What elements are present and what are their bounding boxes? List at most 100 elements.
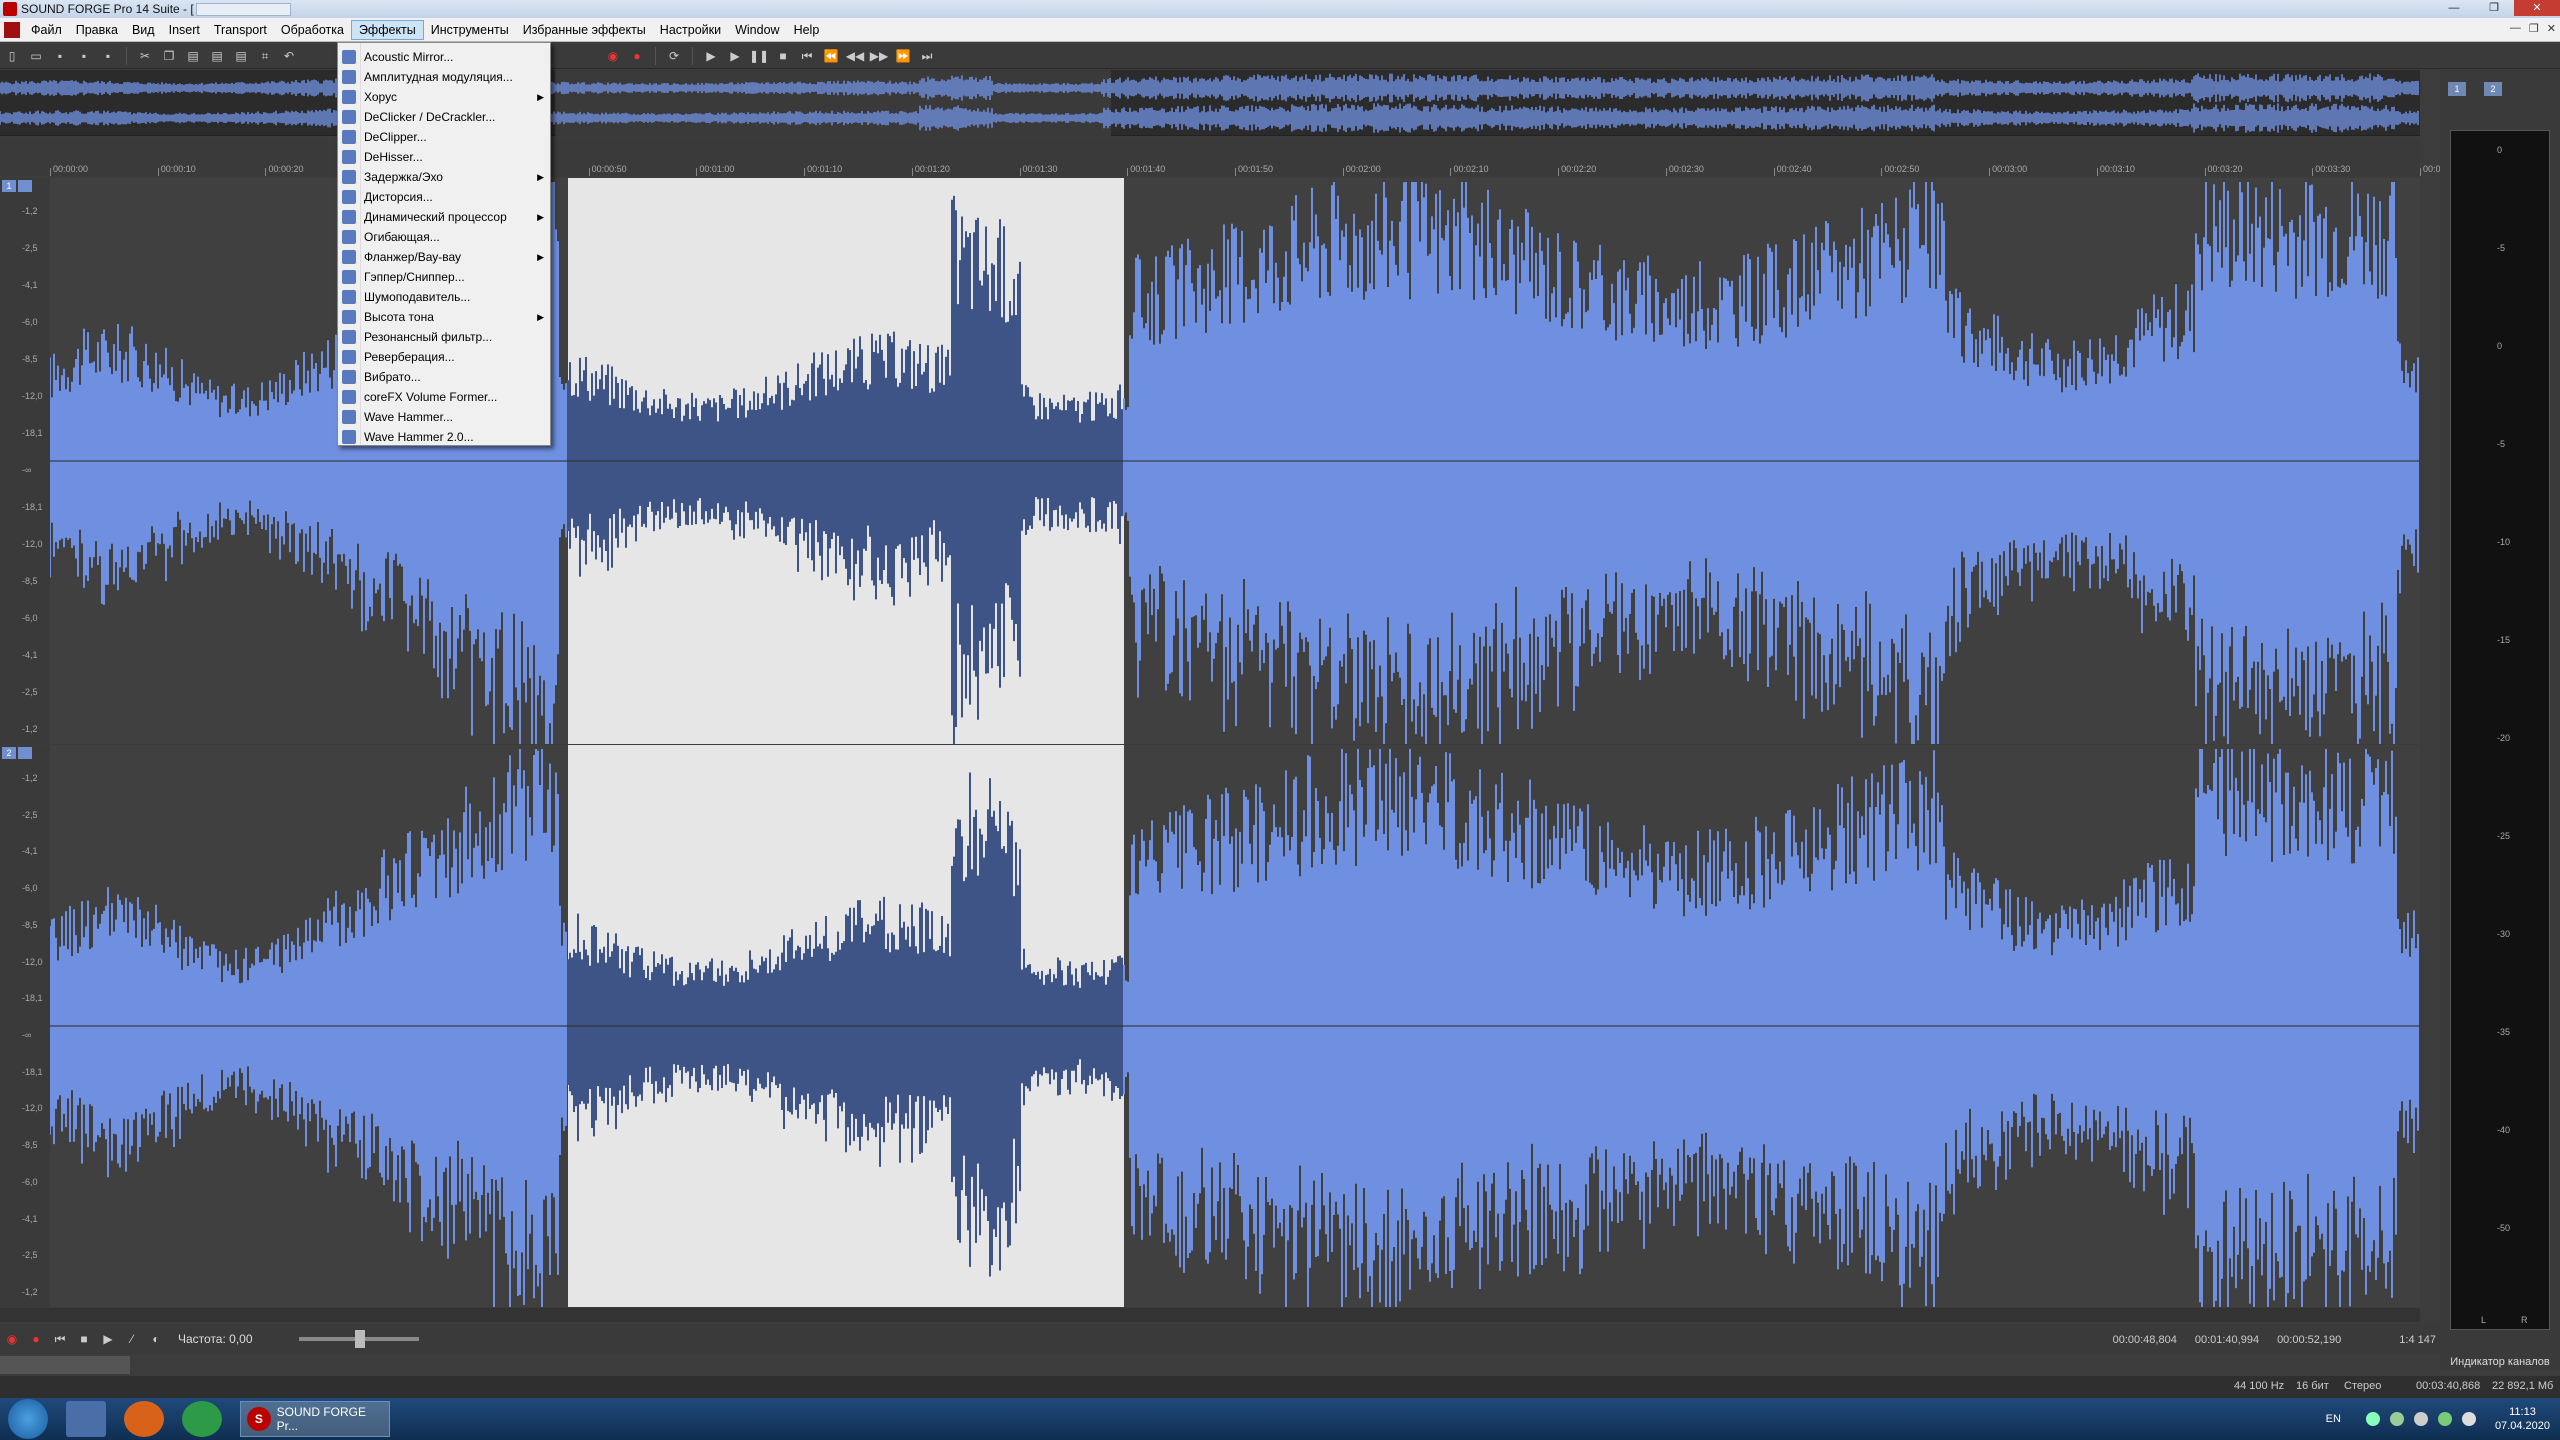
- rate-slider[interactable]: [298, 1330, 419, 1348]
- effects-menu-item[interactable]: Динамический процессор ▶: [338, 207, 550, 227]
- menu-options[interactable]: Настройки: [653, 20, 728, 40]
- menu-edit[interactable]: Правка: [69, 20, 125, 40]
- zoom-ratio[interactable]: 1:4 147: [2395, 1334, 2440, 1346]
- maximize-button[interactable]: ❐: [2474, 0, 2514, 16]
- save-all-icon[interactable]: ▪: [98, 46, 118, 66]
- cut-icon[interactable]: ✂: [135, 46, 155, 66]
- effects-menu-item[interactable]: DeClipper...: [338, 127, 550, 147]
- effects-menu-item[interactable]: Шумоподавитель...: [338, 287, 550, 307]
- effects-menu-item[interactable]: Реверберация...: [338, 347, 550, 367]
- start-button[interactable]: [8, 1399, 48, 1439]
- mix-icon[interactable]: ▤: [207, 46, 227, 66]
- db-label: -2,5: [22, 243, 38, 253]
- record-arm-icon[interactable]: ●: [627, 46, 647, 66]
- minimize-button[interactable]: —: [2434, 0, 2474, 16]
- clock[interactable]: 11:13 07.04.2020: [2495, 1405, 2550, 1433]
- taskbar-explorer-icon[interactable]: [66, 1401, 106, 1437]
- volume-icon[interactable]: [2461, 1412, 2476, 1426]
- effects-menu-item[interactable]: Wave Hammer 2.0...: [338, 427, 550, 447]
- effects-menu-item[interactable]: DeHisser...: [338, 147, 550, 167]
- transport-record-icon[interactable]: ◉: [2, 1329, 22, 1349]
- save-as-icon[interactable]: ▪: [74, 46, 94, 66]
- rewind-icon[interactable]: ◀◀: [845, 46, 865, 66]
- save-icon[interactable]: ▪: [50, 46, 70, 66]
- menu-process[interactable]: Обработка: [274, 20, 351, 40]
- transport-speaker-icon[interactable]: ◐: [146, 1329, 166, 1349]
- paste-icon[interactable]: ▤: [183, 46, 203, 66]
- stop-icon[interactable]: ■: [773, 46, 793, 66]
- transport-scrub-icon[interactable]: ⁄: [122, 1329, 142, 1349]
- network-icon[interactable]: [2437, 1412, 2452, 1426]
- go-end-icon[interactable]: ⏭: [917, 46, 937, 66]
- tray-icon-1[interactable]: [2365, 1412, 2380, 1426]
- close-button[interactable]: ✕: [2514, 0, 2560, 16]
- effects-menu-item[interactable]: Вибрато...: [338, 367, 550, 387]
- selection-start[interactable]: 00:00:48,804: [2109, 1334, 2181, 1346]
- data-window-tab[interactable]: [0, 1356, 130, 1374]
- channel-2-menu-button[interactable]: [18, 747, 32, 759]
- menu-effects[interactable]: Эффекты: [350, 19, 424, 40]
- go-start-icon[interactable]: ⏮: [797, 46, 817, 66]
- play-icon[interactable]: ▶: [725, 46, 745, 66]
- transport-play-icon[interactable]: ▶: [98, 1329, 118, 1349]
- forward-icon[interactable]: ▶▶: [869, 46, 889, 66]
- transport-stop-icon[interactable]: ■: [74, 1329, 94, 1349]
- effects-menu-item[interactable]: Дисторсия...: [338, 187, 550, 207]
- crop-icon[interactable]: ⌗: [255, 46, 275, 66]
- effects-menu-item[interactable]: Хорус ▶: [338, 87, 550, 107]
- tray-icon-2[interactable]: [2389, 1412, 2404, 1426]
- effects-menu-item[interactable]: Гэппер/Сниппер...: [338, 267, 550, 287]
- new-file-icon[interactable]: ▯: [2, 46, 22, 66]
- effects-menu-item[interactable]: Амплитудная модуляция...: [338, 67, 550, 87]
- rate-slider-thumb[interactable]: [354, 1330, 365, 1348]
- selection-end[interactable]: 00:01:40,994: [2191, 1334, 2263, 1346]
- effects-menu-item[interactable]: coreFX Volume Former...: [338, 387, 550, 407]
- effects-menu-item[interactable]: Высота тона ▶: [338, 307, 550, 327]
- menu-file[interactable]: Файл: [24, 20, 69, 40]
- menu-window[interactable]: Window: [728, 20, 786, 40]
- next-marker-icon[interactable]: ⏩: [893, 46, 913, 66]
- prev-marker-icon[interactable]: ⏪: [821, 46, 841, 66]
- effects-menu-item[interactable]: Резонансный фильтр...: [338, 327, 550, 347]
- effects-menu-item[interactable]: Wave Hammer...: [338, 407, 550, 427]
- meter-tab-1[interactable]: 1: [2448, 82, 2466, 96]
- doc-close-icon[interactable]: ✕: [2547, 22, 2556, 35]
- record-icon[interactable]: ◉: [603, 46, 623, 66]
- meter-tab-2[interactable]: 2: [2484, 82, 2502, 96]
- transport-record-arm-icon[interactable]: ●: [26, 1329, 46, 1349]
- track-channel-2[interactable]: 2 -1,2 -2,5 -4,1 -6,0 -8,5 -12,0 -18,1 -∞ -18,1 -…: [0, 745, 2420, 1307]
- horizontal-scrollbar[interactable]: [0, 1308, 2420, 1322]
- open-file-icon[interactable]: ▭: [26, 46, 46, 66]
- effects-menu-item[interactable]: Огибающая...: [338, 227, 550, 247]
- taskbar-firefox-icon[interactable]: [124, 1401, 164, 1437]
- effects-menu-item[interactable]: Acoustic Mirror...: [338, 47, 550, 67]
- effects-menu-item[interactable]: Фланжер/Вау-вау ▶: [338, 247, 550, 267]
- undo-icon[interactable]: ↶: [279, 46, 299, 66]
- copy-icon[interactable]: ❐: [159, 46, 179, 66]
- overview-view-window[interactable]: [555, 70, 1111, 136]
- pause-icon[interactable]: ❚❚: [749, 46, 769, 66]
- menu-help[interactable]: Help: [787, 20, 827, 40]
- channel-1-number[interactable]: 1: [2, 180, 16, 192]
- menu-favorites[interactable]: Избранные эффекты: [516, 20, 653, 40]
- doc-minimize-icon[interactable]: —: [2510, 22, 2521, 35]
- doc-restore-icon[interactable]: ❐: [2529, 22, 2539, 35]
- tray-icon-3[interactable]: [2413, 1412, 2428, 1426]
- play-all-icon[interactable]: ▶: [701, 46, 721, 66]
- trim-icon[interactable]: ▤: [231, 46, 251, 66]
- selection-length[interactable]: 00:00:52,190: [2273, 1334, 2345, 1346]
- taskbar-chrome-icon[interactable]: [182, 1401, 222, 1437]
- document-icon[interactable]: [4, 21, 20, 38]
- language-indicator[interactable]: EN: [2326, 1413, 2341, 1425]
- channel-2-number[interactable]: 2: [2, 747, 16, 759]
- effects-menu-item[interactable]: DeClicker / DeCrackler...: [338, 107, 550, 127]
- taskbar-soundforge-task[interactable]: S SOUND FORGE Pr...: [240, 1401, 390, 1437]
- transport-go-start-icon[interactable]: ⏮: [50, 1329, 70, 1349]
- menu-transport[interactable]: Transport: [207, 20, 274, 40]
- menu-insert[interactable]: Insert: [162, 20, 207, 40]
- channel-1-menu-button[interactable]: [18, 180, 32, 192]
- menu-view[interactable]: Вид: [125, 20, 162, 40]
- effects-menu-item[interactable]: Задержка/Эхо ▶: [338, 167, 550, 187]
- menu-tools[interactable]: Инструменты: [424, 20, 516, 40]
- loop-icon[interactable]: ⟳: [664, 46, 684, 66]
